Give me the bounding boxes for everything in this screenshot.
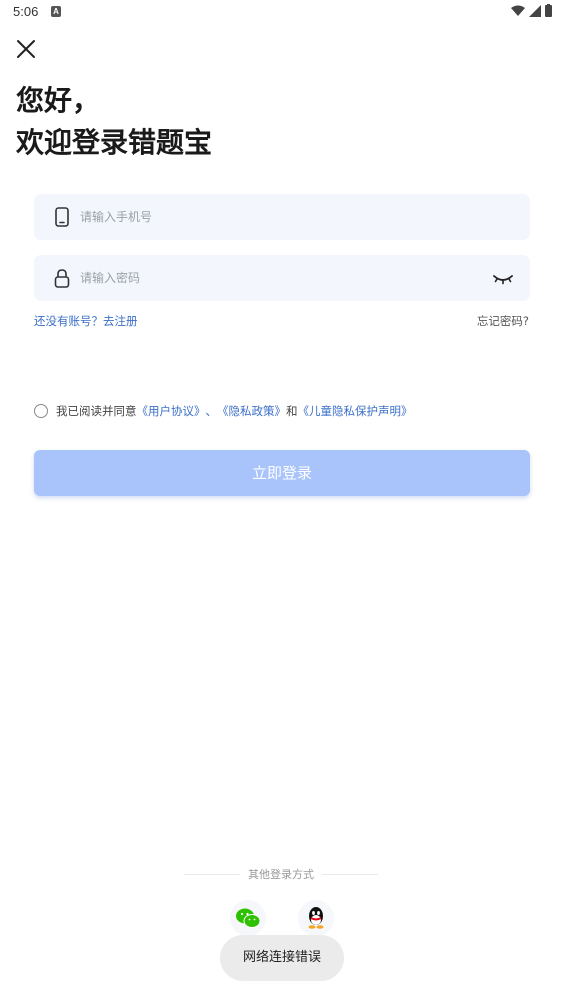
battery-icon (545, 4, 552, 17)
phone-icon (55, 207, 69, 227)
agreement-prefix: 我已阅读并同意 (56, 404, 137, 418)
agreement-row: 我已阅读并同意 《用户协议》 、 《隐私政策》 和 《儿童隐私保护声明》 (34, 403, 413, 419)
toast-message: 网络连接错误 (220, 935, 344, 981)
wechat-login-button[interactable] (230, 900, 266, 936)
phone-field[interactable] (34, 194, 530, 240)
close-icon (17, 40, 35, 58)
agreement-radio[interactable] (34, 404, 48, 418)
agreement-separator: 、 (205, 404, 218, 418)
qq-icon (308, 907, 324, 929)
greeting-line-1: 您好， (16, 84, 101, 117)
divider-line-left (184, 873, 240, 875)
signal-icon (529, 4, 541, 17)
eye-closed-icon[interactable] (492, 269, 514, 287)
notification-icon: A (51, 6, 61, 17)
privacy-policy-link[interactable]: 《隐私政策》 (217, 403, 286, 419)
forgot-password-link[interactable]: 忘记密码? (477, 313, 529, 329)
status-time: 5:06 (13, 4, 39, 19)
register-link[interactable]: 还没有账号？去注册 (34, 313, 138, 329)
child-privacy-link[interactable]: 《儿童隐私保护声明》 (298, 403, 413, 419)
phone-input[interactable] (80, 194, 480, 240)
agreement-and: 和 (286, 404, 298, 418)
page-title: 您好， 欢迎登录错题宝 (16, 80, 212, 164)
close-button[interactable] (14, 37, 38, 61)
password-field[interactable] (34, 255, 530, 301)
other-login-label: 其他登录方式 (248, 868, 314, 881)
status-bar: 5:06 A (0, 0, 564, 24)
divider-line-right (322, 873, 378, 875)
status-icons (511, 4, 552, 17)
lock-icon (54, 269, 70, 288)
qq-login-button[interactable] (298, 900, 334, 936)
password-input[interactable] (80, 255, 480, 301)
user-agreement-link[interactable]: 《用户协议》 (137, 403, 206, 419)
other-login-divider: 其他登录方式 (184, 866, 378, 882)
wechat-icon (236, 908, 261, 928)
login-button[interactable]: 立即登录 (34, 450, 530, 496)
greeting-line-2: 欢迎登录错题宝 (16, 126, 213, 159)
wifi-icon (511, 5, 525, 16)
